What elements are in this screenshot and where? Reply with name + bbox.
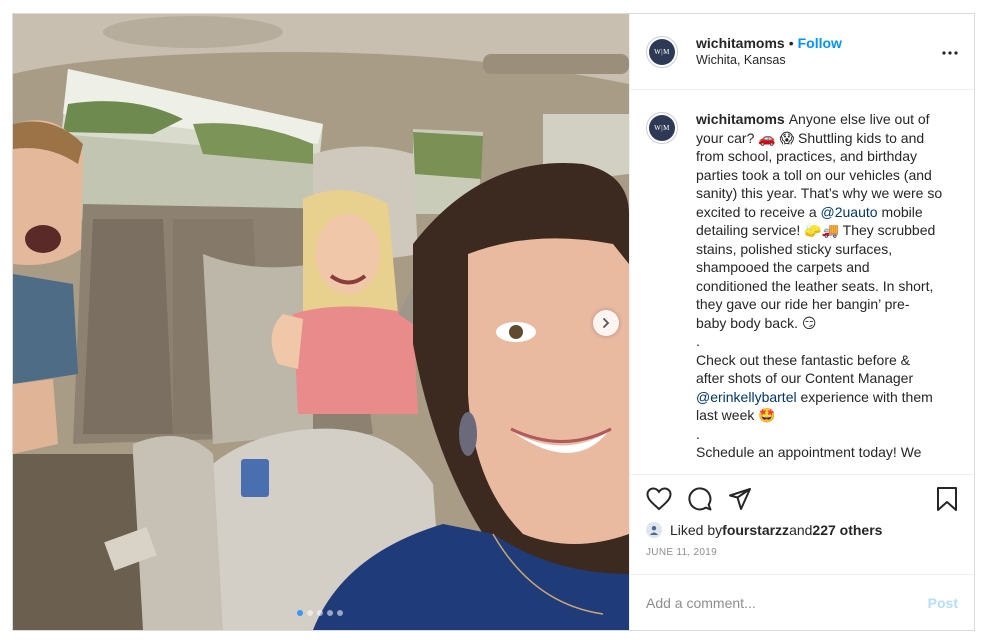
carousel-dot xyxy=(307,610,313,616)
post-details-panel: W|M wichitamoms • Follow Wichita, Kansas W… xyxy=(629,14,974,630)
caption-text: experience with them xyxy=(796,388,933,405)
comment-icon xyxy=(688,487,712,511)
avatar-logo: W|M xyxy=(649,38,675,65)
paper-plane-icon xyxy=(729,488,751,510)
caption-line: parties took a toll on our vehicles (and xyxy=(696,166,932,183)
carousel-dot xyxy=(317,610,323,616)
caption-line: excited to receive a @2uauto mobile xyxy=(696,203,958,222)
likes-prefix: Liked by xyxy=(670,522,723,538)
like-button[interactable] xyxy=(646,487,672,511)
caption-line: @erinkellybartel experience with them xyxy=(696,388,958,407)
likes-summary: Liked by fourstarzz and 227 others xyxy=(646,519,958,541)
heart-icon xyxy=(646,487,672,511)
avatar-logo: W|M xyxy=(649,115,675,141)
caption-line: from school, practices, and birthday xyxy=(696,148,917,164)
post-date: JUNE 11, 2019 xyxy=(646,547,717,558)
caption-line: sanity) this year. That’s why we were so xyxy=(696,185,943,201)
instagram-post: W|M wichitamoms • Follow Wichita, Kansas W… xyxy=(12,13,975,631)
bookmark-icon xyxy=(937,487,957,511)
caption-line: shampooed the carpets and xyxy=(696,259,870,275)
more-options-icon xyxy=(942,51,958,55)
caption-line: your car? 🚗 😱 Shuttling kids to and xyxy=(696,129,925,146)
more-options-button[interactable] xyxy=(942,42,958,60)
caption-line: Check out these fantastic before & xyxy=(696,351,911,368)
share-button[interactable] xyxy=(728,487,752,511)
caption-line: wichitamoms Anyone else live out of xyxy=(696,110,958,129)
post-comment-button[interactable]: Post xyxy=(928,595,958,611)
caption-avatar[interactable]: W|M xyxy=(646,112,678,144)
caption-line: after shots of our Content Manager xyxy=(696,370,914,386)
post-actions-area: Liked by fourstarzz and 227 others JUNE … xyxy=(630,474,974,574)
caption-line: . xyxy=(696,425,700,442)
mention-link[interactable]: @erinkellybartel xyxy=(696,389,797,405)
liker-username[interactable]: fourstarzz xyxy=(722,522,789,538)
post-header: W|M wichitamoms • Follow Wichita, Kansas xyxy=(630,14,974,90)
comments-area[interactable]: W|M wichitamoms Anyone else live out of y… xyxy=(630,90,974,474)
user-icon xyxy=(650,526,658,535)
account-avatar[interactable]: W|M xyxy=(646,35,678,68)
caption-line: detailing service! 🧽🚚 They scrubbed xyxy=(696,222,936,238)
comment-input[interactable] xyxy=(646,594,928,611)
liker-avatar[interactable] xyxy=(646,522,662,538)
header-text: wichitamoms • Follow Wichita, Kansas xyxy=(696,35,842,69)
comment-button[interactable] xyxy=(688,487,712,511)
carousel-dot xyxy=(297,610,303,616)
caption-username[interactable]: wichitamoms xyxy=(696,111,785,127)
caption-line: baby body back. 😏 xyxy=(696,314,817,331)
post-caption: wichitamoms Anyone else live out of your … xyxy=(696,110,958,474)
car-selfie-image xyxy=(13,14,629,630)
post-location[interactable]: Wichita, Kansas xyxy=(696,52,842,69)
comment-form: Post xyxy=(630,574,974,630)
caption-line: conditioned the leather seats. In short, xyxy=(696,277,934,294)
follow-button[interactable]: Follow xyxy=(798,35,842,51)
header-line: wichitamoms • Follow xyxy=(696,35,842,52)
caption-line: they gave our ride her bangin’ pre- xyxy=(696,296,910,312)
mention-link[interactable]: @2uauto xyxy=(821,204,878,220)
caption-line: Schedule an appointment today! We xyxy=(696,444,922,460)
carousel-dot xyxy=(327,610,333,616)
caption-text: excited to receive a xyxy=(696,203,821,220)
likes-count[interactable]: 227 others xyxy=(812,522,882,538)
header-username[interactable]: wichitamoms xyxy=(696,35,785,51)
carousel-next-button[interactable] xyxy=(593,310,619,336)
header-separator: • xyxy=(788,34,794,51)
action-bar xyxy=(646,479,958,519)
carousel-indicator xyxy=(297,610,343,616)
chevron-right-icon xyxy=(603,318,610,328)
caption-text: Anyone else live out of xyxy=(788,111,930,127)
caption-text: mobile xyxy=(877,203,923,220)
save-button[interactable] xyxy=(936,486,958,512)
caption-line: . xyxy=(696,333,700,349)
caption-line: last week 🤩 xyxy=(696,407,776,423)
carousel-dot xyxy=(337,610,343,616)
post-photo[interactable] xyxy=(13,14,629,630)
likes-middle: and xyxy=(789,522,813,538)
caption-line: stains, polished sticky surfaces, xyxy=(696,240,893,257)
